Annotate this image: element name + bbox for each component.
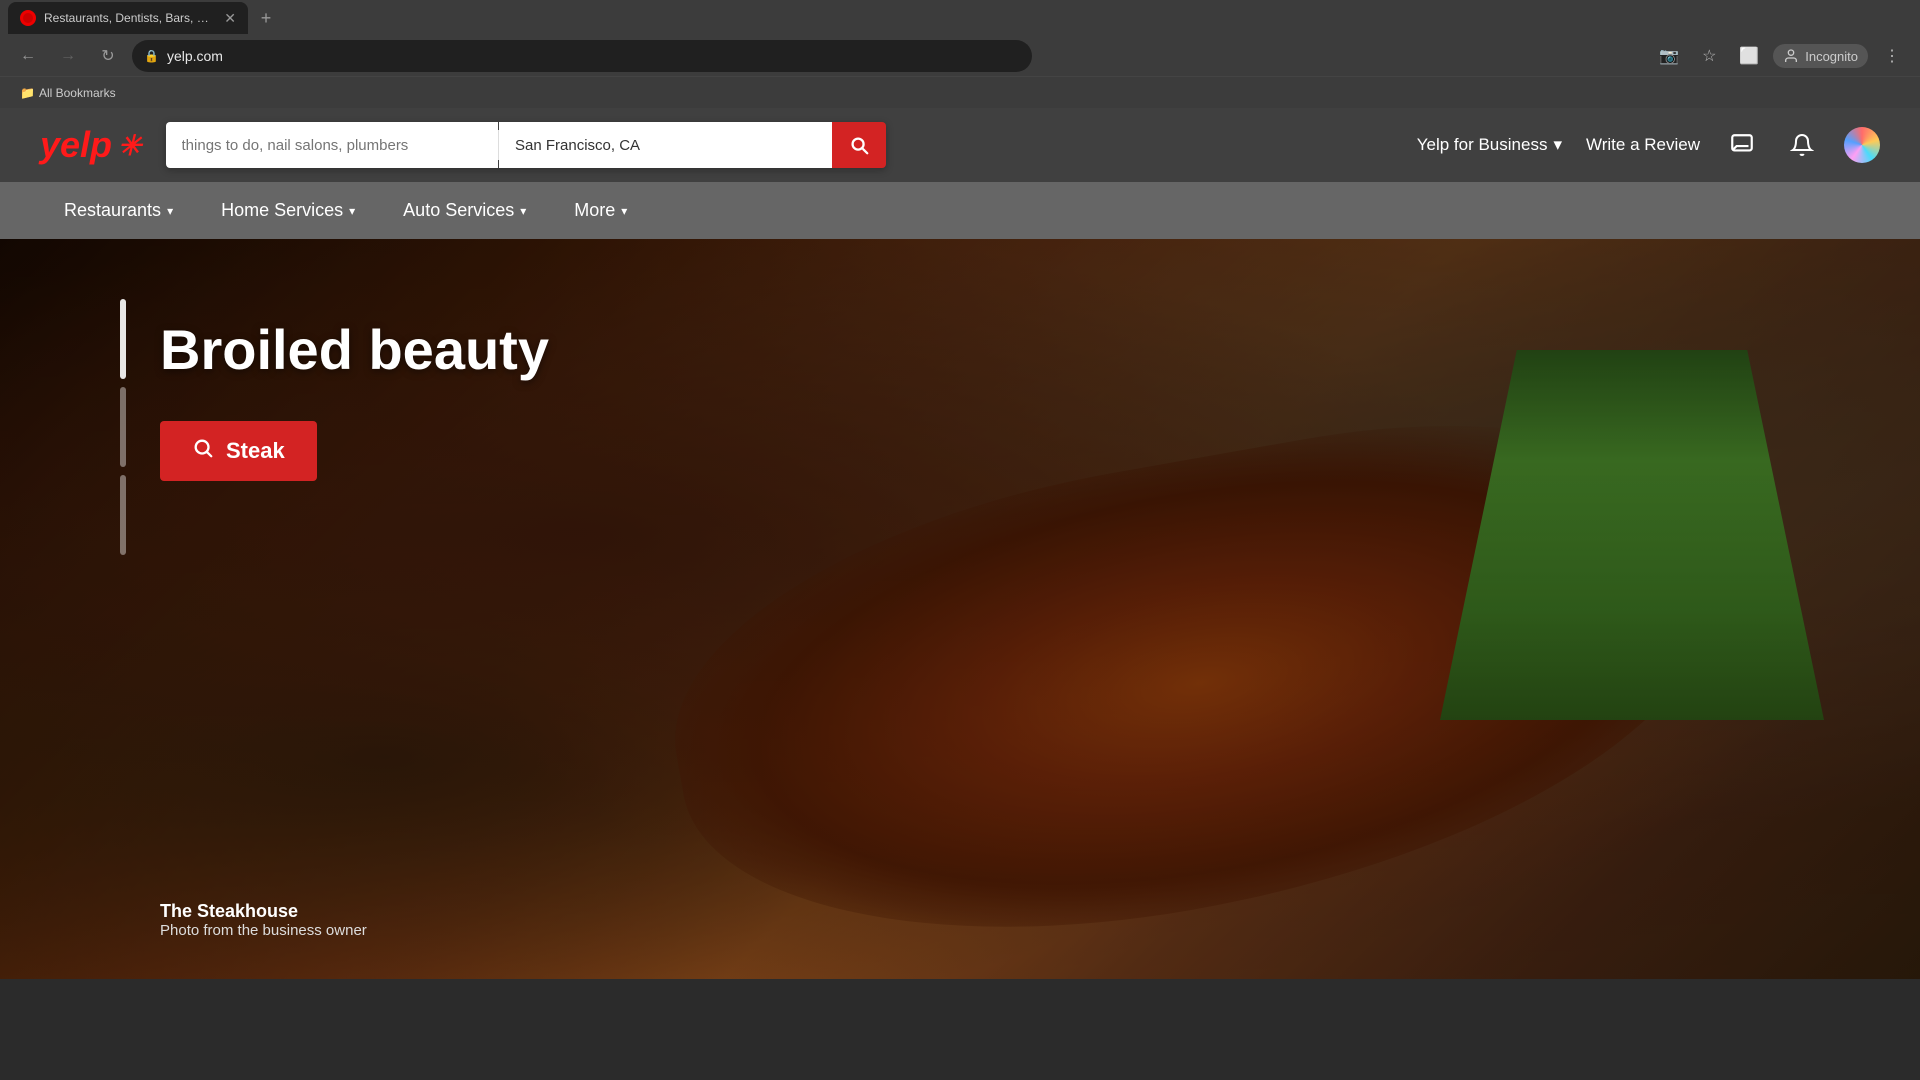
nav-item-restaurants[interactable]: Restaurants ▾ <box>40 182 197 239</box>
nav-auto-services-label: Auto Services <box>403 200 514 221</box>
notifications-icon[interactable] <box>1784 127 1820 163</box>
bookmarks-bar: 📁 All Bookmarks <box>0 76 1920 108</box>
url-bar[interactable]: 🔒 yelp.com <box>132 40 1032 72</box>
incognito-label: Incognito <box>1805 49 1858 64</box>
hero-content: Broiled beauty Steak <box>0 239 709 561</box>
nav-item-home-services[interactable]: Home Services ▾ <box>197 182 379 239</box>
split-view-icon[interactable]: ⬜ <box>1733 40 1765 72</box>
browser-chrome: Restaurants, Dentists, Bars, Bea... ✕ + … <box>0 0 1920 108</box>
url-text: yelp.com <box>167 48 1020 64</box>
yelp-wordmark: yelp <box>40 124 112 166</box>
new-tab-button[interactable]: + <box>252 4 280 32</box>
nav-item-auto-services[interactable]: Auto Services ▾ <box>379 182 550 239</box>
back-button[interactable]: ← <box>12 40 44 72</box>
search-where-input[interactable] <box>499 122 832 168</box>
website-content: yelp ✳ Yelp for Business ▾ Write a Revie… <box>0 108 1920 979</box>
bookmarks-folder[interactable]: 📁 All Bookmarks <box>12 82 124 104</box>
tab-title: Restaurants, Dentists, Bars, Bea... <box>44 11 216 25</box>
yelp-header: yelp ✳ Yelp for Business ▾ Write a Revie… <box>0 108 1920 182</box>
slide-dot-2[interactable] <box>120 387 126 467</box>
yelp-nav: Restaurants ▾ Home Services ▾ Auto Servi… <box>0 182 1920 239</box>
write-review-link[interactable]: Write a Review <box>1586 135 1700 155</box>
camera-icon[interactable]: 📷 <box>1653 40 1685 72</box>
yelp-logo[interactable]: yelp ✳ <box>40 124 142 166</box>
tab-close-button[interactable]: ✕ <box>224 10 236 27</box>
hero-cta-label: Steak <box>226 438 285 464</box>
hero-caption-title: The Steakhouse <box>160 901 367 922</box>
search-button[interactable] <box>832 122 886 168</box>
hero-title: Broiled beauty <box>160 319 549 381</box>
search-bar <box>166 122 886 168</box>
yelp-for-business-chevron: ▾ <box>1553 135 1562 155</box>
header-right: Yelp for Business ▾ Write a Review <box>1417 127 1880 163</box>
yelp-burst-icon: ✳ <box>118 129 141 162</box>
hero-section: Broiled beauty Steak The Steakhouse Phot… <box>0 239 1920 979</box>
slide-dot-3[interactable] <box>120 475 126 555</box>
nav-more-label: More <box>574 200 615 221</box>
tab-bar: Restaurants, Dentists, Bars, Bea... ✕ + <box>0 0 1920 36</box>
more-chevron-icon: ▾ <box>621 204 627 218</box>
toolbar-right: 📷 ☆ ⬜ Incognito ⋮ <box>1653 40 1908 72</box>
slide-dot-1[interactable] <box>120 299 126 379</box>
hero-caption: The Steakhouse Photo from the business o… <box>160 901 367 939</box>
address-bar: ← → ↻ 🔒 yelp.com 📷 ☆ ⬜ Incognito ⋮ <box>0 36 1920 76</box>
nav-home-services-label: Home Services <box>221 200 343 221</box>
messages-icon[interactable] <box>1724 127 1760 163</box>
active-tab[interactable]: Restaurants, Dentists, Bars, Bea... ✕ <box>8 2 248 34</box>
incognito-badge[interactable]: Incognito <box>1773 44 1868 68</box>
user-avatar[interactable] <box>1844 127 1880 163</box>
avatar-image <box>1844 127 1880 163</box>
forward-button[interactable]: → <box>52 40 84 72</box>
slide-indicators <box>120 299 126 555</box>
search-icon <box>848 134 870 156</box>
star-icon[interactable]: ☆ <box>1693 40 1725 72</box>
hero-cta-button[interactable]: Steak <box>160 421 317 481</box>
bookmarks-label: All Bookmarks <box>39 86 116 100</box>
hero-caption-subtitle: Photo from the business owner <box>160 922 367 939</box>
restaurants-chevron-icon: ▾ <box>167 204 173 218</box>
yelp-for-business-label: Yelp for Business <box>1417 135 1548 155</box>
folder-icon: 📁 <box>20 86 35 100</box>
home-services-chevron-icon: ▾ <box>349 204 355 218</box>
security-lock-icon: 🔒 <box>144 49 159 63</box>
tab-favicon <box>20 10 36 26</box>
search-what-input[interactable] <box>166 122 499 168</box>
nav-restaurants-label: Restaurants <box>64 200 161 221</box>
reload-button[interactable]: ↻ <box>92 40 124 72</box>
yelp-for-business-link[interactable]: Yelp for Business ▾ <box>1417 135 1562 155</box>
auto-services-chevron-icon: ▾ <box>520 204 526 218</box>
cta-search-icon <box>192 437 214 465</box>
menu-icon[interactable]: ⋮ <box>1876 40 1908 72</box>
nav-item-more[interactable]: More ▾ <box>550 182 651 239</box>
